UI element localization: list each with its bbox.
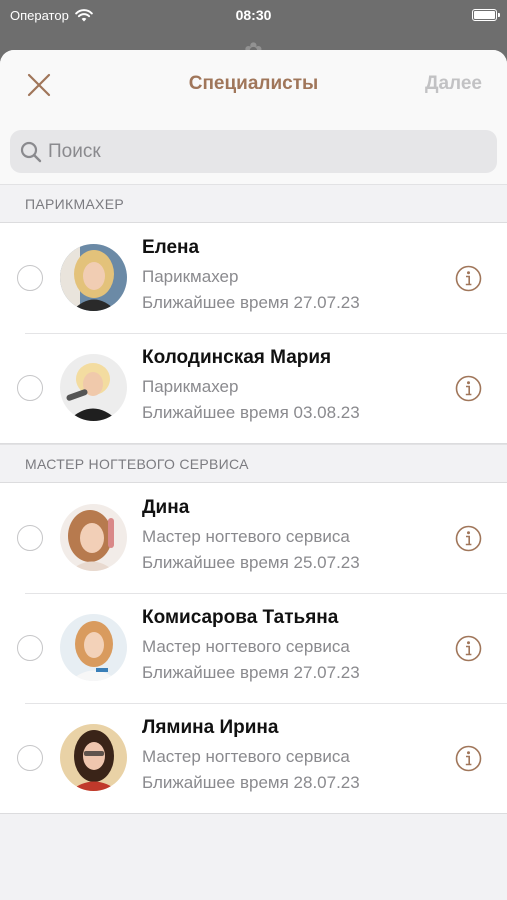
avatar	[60, 354, 127, 421]
specialist-role: Парикмахер	[142, 377, 239, 396]
info-icon[interactable]	[455, 525, 482, 552]
search-input[interactable]	[48, 140, 468, 163]
specialist-role: Мастер ногтевого сервиса	[142, 747, 350, 766]
select-radio[interactable]	[17, 635, 43, 661]
page-title: Специалисты	[188, 73, 319, 94]
nearest-time: Ближайшее время 28.07.23	[142, 773, 360, 792]
search-icon	[20, 141, 42, 162]
specialist-name: Дина	[142, 497, 190, 518]
specialist-row[interactable]: Колодинская Мария Парикмахер Ближайшее в…	[0, 333, 507, 443]
section-header-nail-service: МАСТЕР НОГТЕВОГО СЕРВИСА	[0, 444, 507, 482]
specialist-role: Парикмахер	[142, 267, 239, 286]
section-header-hairdresser: ПАРИКМАХЕР	[0, 184, 507, 222]
info-icon[interactable]	[455, 375, 482, 402]
next-button[interactable]: Далее	[425, 73, 482, 95]
specialist-list: Дина Мастер ногтевого сервиса Ближайшее …	[0, 482, 507, 814]
select-radio[interactable]	[17, 525, 43, 551]
specialist-row[interactable]: Елена Парикмахер Ближайшее время 27.07.2…	[0, 223, 507, 333]
avatar	[60, 504, 127, 571]
avatar	[60, 244, 127, 311]
info-icon[interactable]	[455, 265, 482, 292]
select-radio[interactable]	[17, 745, 43, 771]
specialist-role: Мастер ногтевого сервиса	[142, 637, 350, 656]
specialist-list: Елена Парикмахер Ближайшее время 27.07.2…	[0, 222, 507, 444]
specialist-row[interactable]: Дина Мастер ногтевого сервиса Ближайшее …	[0, 483, 507, 593]
nearest-time: Ближайшее время 25.07.23	[142, 553, 360, 572]
info-icon[interactable]	[455, 635, 482, 662]
close-icon[interactable]	[26, 72, 52, 98]
battery-icon	[472, 9, 500, 21]
search-bar	[0, 118, 507, 184]
specialist-role: Мастер ногтевого сервиса	[142, 527, 350, 546]
select-radio[interactable]	[17, 265, 43, 291]
nearest-time: Ближайшее время 03.08.23	[142, 403, 360, 422]
specialist-row[interactable]: Лямина Ирина Мастер ногтевого сервиса Бл…	[0, 703, 507, 813]
nearest-time: Ближайшее время 27.07.23	[142, 293, 360, 312]
specialist-name: Елена	[142, 237, 200, 258]
specialist-name: Комисарова Татьяна	[142, 607, 339, 628]
status-bar: Оператор 08:30	[0, 0, 507, 30]
nav-bar: Специалисты Далее	[0, 50, 507, 118]
specialist-row[interactable]: Комисарова Татьяна Мастер ногтевого серв…	[0, 593, 507, 703]
specialists-sheet: Специалисты Далее ПАРИКМАХЕР	[0, 50, 507, 900]
specialist-name: Лямина Ирина	[142, 717, 279, 738]
avatar	[60, 724, 127, 791]
avatar	[60, 614, 127, 681]
status-time: 08:30	[235, 7, 272, 23]
info-icon[interactable]	[455, 745, 482, 772]
select-radio[interactable]	[17, 375, 43, 401]
nearest-time: Ближайшее время 27.07.23	[142, 663, 360, 682]
specialist-name: Колодинская Мария	[142, 347, 332, 368]
search-field[interactable]	[10, 130, 497, 173]
